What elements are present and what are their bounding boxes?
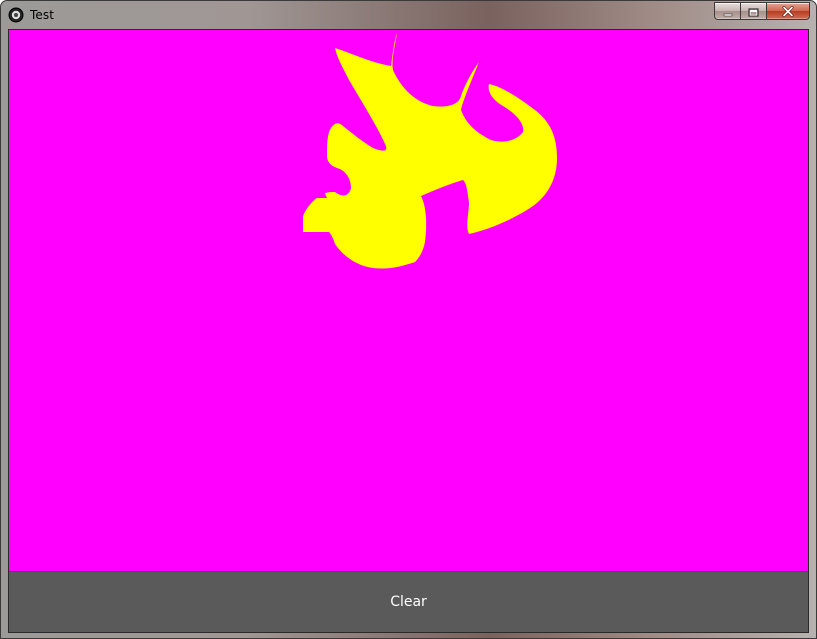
clear-button[interactable]: Clear [9,571,808,632]
canvas-drawing [303,33,557,269]
maximize-icon [748,2,759,21]
maximize-button[interactable] [740,2,766,20]
app-icon[interactable] [8,7,24,23]
title-bar[interactable]: Test [1,1,816,29]
yellow-stroke-notch [313,166,327,198]
client-area: Clear [8,29,809,633]
yellow-stroke-shape [303,33,557,269]
app-window: Test Clear [0,0,817,639]
minimize-icon [723,2,733,21]
close-icon [782,2,794,21]
clear-button-label: Clear [390,594,427,610]
close-button[interactable] [766,2,810,20]
minimize-button[interactable] [714,2,740,20]
drawing-canvas[interactable] [9,30,808,571]
window-title: Test [30,8,55,22]
window-controls [714,2,810,21]
